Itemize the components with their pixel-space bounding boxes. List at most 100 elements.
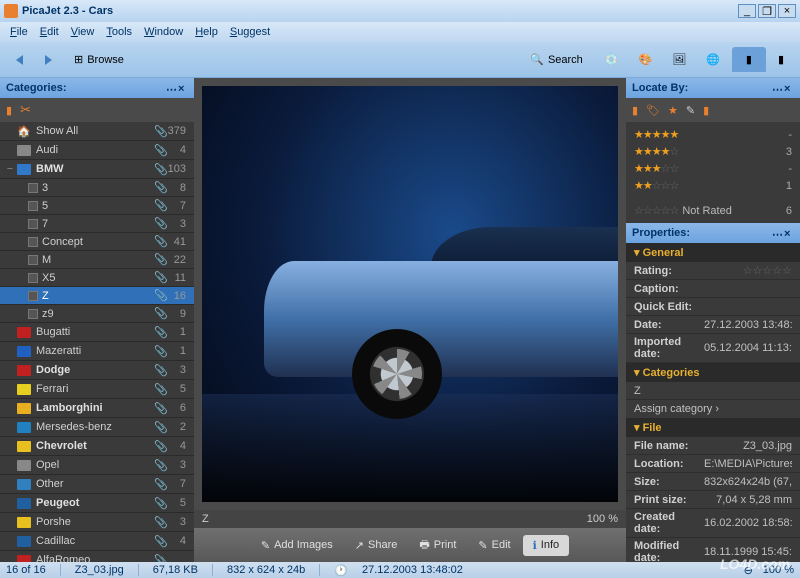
category-item[interactable]: Porshe 📎 3 (0, 513, 194, 532)
category-item[interactable]: AlfaRomeo 📎 (0, 551, 194, 562)
info-button[interactable]: ℹInfo (523, 535, 570, 556)
browse-label: Browse (87, 54, 124, 66)
category-item[interactable]: Audi 📎 4 (0, 141, 194, 160)
rating-filter[interactable]: ★★☆☆☆ 1 (626, 177, 800, 194)
category-item[interactable]: X5 📎 11 (0, 269, 194, 287)
prop-quickedit-label: Quick Edit: (634, 301, 704, 313)
category-item[interactable]: 3 📎 8 (0, 179, 194, 197)
category-item[interactable]: Mazeratti 📎 1 (0, 342, 194, 361)
view-tab-active[interactable]: ▮ (732, 47, 766, 72)
category-item[interactable]: Opel 📎 3 (0, 456, 194, 475)
category-item[interactable]: Chevrolet 📎 4 (0, 437, 194, 456)
share-button[interactable]: ↗Share (345, 535, 408, 556)
category-item[interactable]: Peugeot 📎 5 (0, 494, 194, 513)
rating-filter[interactable]: ★★★☆☆ - (626, 160, 800, 177)
category-label: Other (32, 478, 154, 490)
view-tab[interactable]: ▮ (770, 49, 792, 70)
prop-created-label: Created date: (634, 511, 704, 535)
assign-category-link[interactable]: Assign category › (626, 400, 800, 418)
minimize-button[interactable]: _ (738, 4, 756, 18)
category-item[interactable]: M 📎 22 (0, 251, 194, 269)
category-item[interactable]: Mersedes-benz 📎 2 (0, 418, 194, 437)
search-button[interactable]: 🔍 Search (522, 49, 591, 70)
panel-menu-icon[interactable]: ⋯ (772, 228, 782, 238)
brand-icon (16, 344, 32, 358)
maximize-button[interactable]: ❐ (758, 4, 776, 18)
nav-forward-button[interactable] (37, 51, 60, 69)
rating-filter[interactable]: ☆☆☆☆☆Not Rated 6 (626, 202, 800, 219)
clock-icon: 🕐 (334, 564, 348, 577)
nav-back-button[interactable] (8, 51, 31, 69)
panel-close-icon[interactable]: × (178, 83, 188, 93)
book-icon[interactable]: ▮ (6, 104, 12, 117)
category-item[interactable]: 5 📎 7 (0, 197, 194, 215)
tool-image-button[interactable]: 🖼 (664, 49, 694, 70)
brand-icon (28, 201, 38, 211)
expand-icon[interactable]: − (4, 163, 16, 175)
scissors-icon[interactable]: ✂ (20, 102, 31, 118)
locate-star-icon[interactable]: ★ (668, 104, 678, 117)
menu-edit[interactable]: Edit (34, 24, 65, 40)
category-count: 16 (166, 290, 190, 302)
category-item[interactable]: Lamborghini 📎 6 (0, 399, 194, 418)
arrow-left-icon (16, 55, 23, 65)
stars-icon: ☆☆☆☆☆ (634, 204, 678, 217)
section-categories[interactable]: ▾ Categories (626, 363, 800, 382)
category-item[interactable]: − BMW 📎 103 (0, 160, 194, 179)
clip-icon: 📎 (154, 478, 166, 491)
category-item[interactable]: Cadillac 📎 4 (0, 532, 194, 551)
tool-globe-button[interactable]: 🌐 (698, 49, 728, 70)
menu-file[interactable]: File (4, 24, 34, 40)
category-item[interactable]: Concept 📎 41 (0, 233, 194, 251)
category-item[interactable]: Ferrari 📎 5 (0, 380, 194, 399)
close-button[interactable]: × (778, 4, 796, 18)
arrow-right-icon (45, 55, 52, 65)
panel-close-icon[interactable]: × (784, 83, 794, 93)
properties-header: Properties: ⋯ × (626, 223, 800, 243)
category-count: 3 (166, 218, 190, 230)
print-button[interactable]: 🖶Print (409, 532, 466, 559)
menu-help[interactable]: Help (189, 24, 224, 40)
add-images-button[interactable]: ✎Add Images (251, 535, 343, 556)
prop-location-label: Location: (634, 458, 704, 470)
category-show-all[interactable]: 🏠 Show All 📎 379 (0, 122, 194, 141)
locate-folder-icon[interactable]: ▮ (703, 104, 709, 117)
tool-palette-button[interactable]: 🎨 (631, 49, 661, 70)
browse-button[interactable]: ⊞ Browse (66, 49, 132, 70)
section-general[interactable]: ▾ General (626, 243, 800, 262)
category-item[interactable]: Dodge 📎 3 (0, 361, 194, 380)
category-item[interactable]: Z 📎 16 (0, 287, 194, 305)
menu-window[interactable]: Window (138, 24, 189, 40)
menu-view[interactable]: View (65, 24, 101, 40)
menu-suggest[interactable]: Suggest (224, 24, 276, 40)
tool-disc-button[interactable]: 💿 (597, 49, 627, 70)
locate-tag-icon[interactable]: 🏷 (646, 104, 660, 117)
locate-edit-icon[interactable]: ✎ (686, 104, 695, 117)
category-item[interactable]: z9 📎 9 (0, 305, 194, 323)
category-count: 103 (166, 163, 190, 175)
category-label: 7 (38, 218, 154, 230)
zoom-out-icon[interactable]: ⊖ (744, 564, 753, 577)
category-item[interactable]: Bugatti 📎 1 (0, 323, 194, 342)
image-viewer[interactable] (194, 78, 626, 510)
prop-rating-value[interactable]: ☆☆☆☆☆ (704, 264, 792, 277)
stars-icon: ★★★★★ (634, 128, 678, 141)
rating-label: Not Rated (682, 205, 732, 217)
locate-book-icon[interactable]: ▮ (632, 104, 638, 117)
rating-filter[interactable]: ★★★★☆ 3 (626, 143, 800, 160)
clip-icon: 📎 (154, 402, 166, 415)
menu-tools[interactable]: Tools (100, 24, 138, 40)
category-label: Peugeot (32, 497, 154, 509)
panel-close-icon[interactable]: × (784, 228, 794, 238)
section-file[interactable]: ▾ File (626, 418, 800, 437)
panel-menu-icon[interactable]: ⋯ (166, 83, 176, 93)
rating-filter[interactable]: ★★★★★ - (626, 126, 800, 143)
clip-icon: 📎 (154, 307, 166, 320)
clip-icon: 📎 (154, 459, 166, 472)
category-label: Chevrolet (32, 440, 154, 452)
category-item[interactable]: 7 📎 3 (0, 215, 194, 233)
category-item[interactable]: Other 📎 7 (0, 475, 194, 494)
disc-icon: 💿 (605, 53, 619, 66)
edit-button[interactable]: ✎Edit (468, 535, 520, 556)
panel-menu-icon[interactable]: ⋯ (772, 83, 782, 93)
